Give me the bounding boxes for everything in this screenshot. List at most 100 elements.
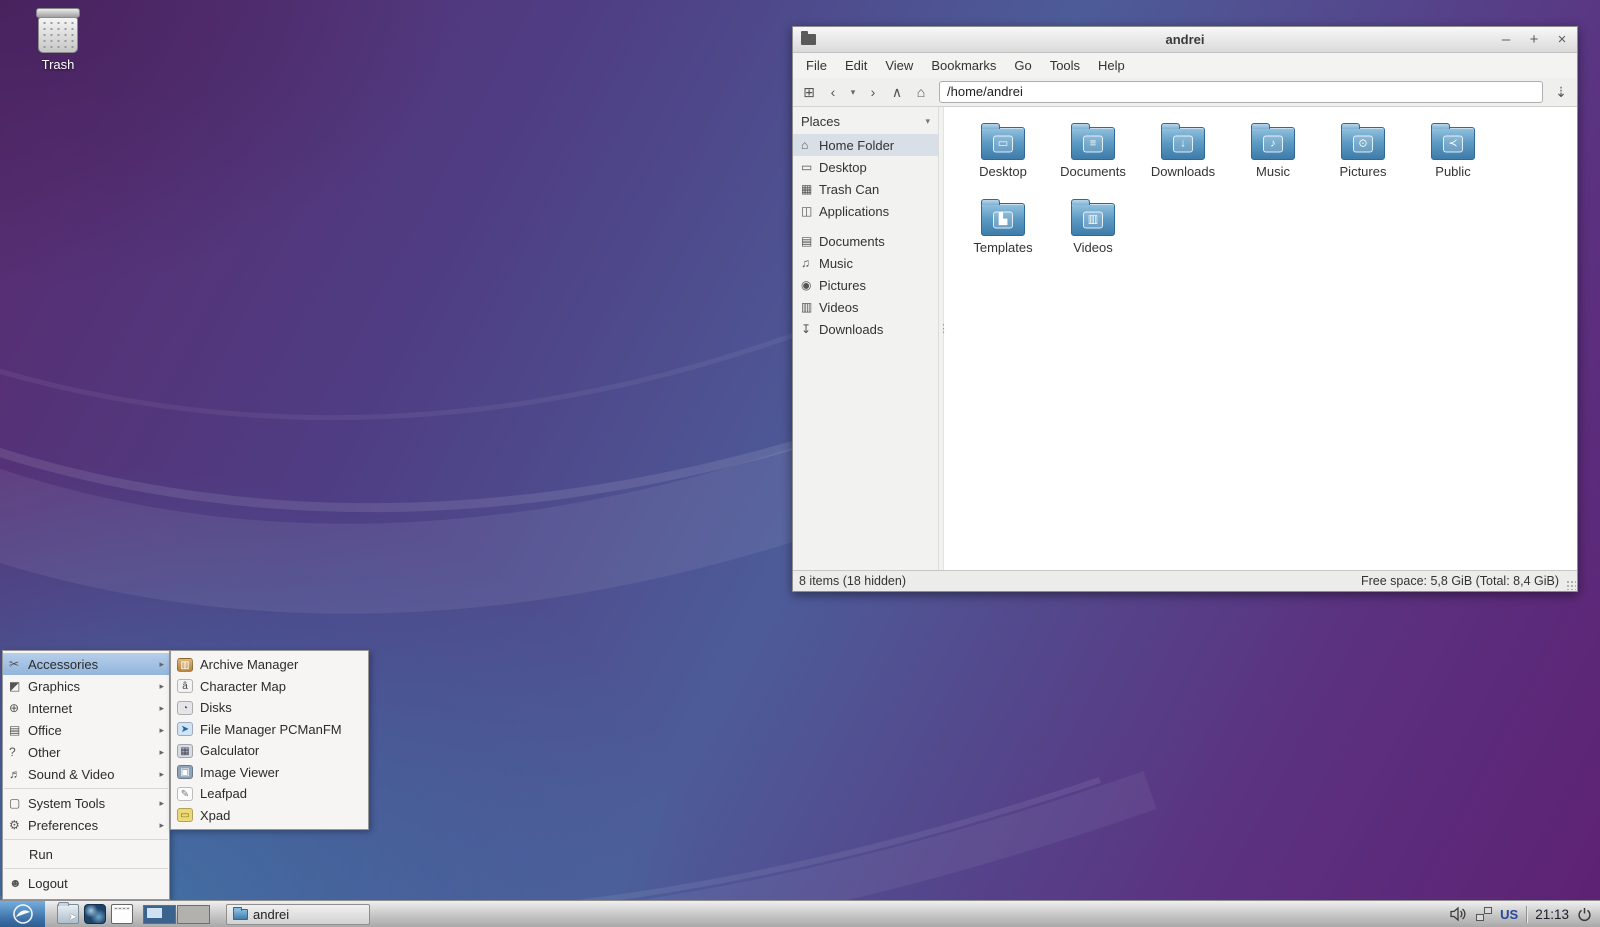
- submenu-item-file-manager[interactable]: ➤ File Manager PCManFM: [171, 719, 368, 741]
- back-icon[interactable]: ‹: [823, 82, 843, 102]
- sidebar-item-applications[interactable]: ◫ Applications: [793, 200, 938, 222]
- folder-music[interactable]: ♪ Music: [1228, 119, 1318, 195]
- keyboard-layout-indicator[interactable]: US: [1500, 907, 1518, 922]
- system-tray: US 21:13: [1450, 906, 1600, 923]
- downloads-emblem-icon: ↓: [1173, 135, 1193, 152]
- show-desktop-icon[interactable]: [111, 904, 133, 924]
- menu-bookmarks[interactable]: Bookmarks: [922, 55, 1005, 76]
- sidebar-item-home[interactable]: ⌂ Home Folder: [793, 134, 938, 156]
- menu-item-accessories[interactable]: ✂ Accessories ▸: [3, 653, 169, 675]
- folder-icon: ≡: [1071, 127, 1115, 160]
- menu-file[interactable]: File: [797, 55, 836, 76]
- sidebar-item-music[interactable]: ♫ Music: [793, 252, 938, 274]
- titlebar[interactable]: andrei – + ×: [793, 27, 1577, 53]
- network-icon[interactable]: [1476, 907, 1492, 921]
- new-tab-icon[interactable]: ⊞: [799, 82, 819, 102]
- menu-separator: [4, 788, 168, 789]
- submenu-item-archive-manager[interactable]: ▥ Archive Manager: [171, 654, 368, 676]
- tray-separator: [1526, 906, 1527, 923]
- workspace-2[interactable]: [177, 905, 210, 924]
- sidebar-item-trash[interactable]: ▦ Trash Can: [793, 178, 938, 200]
- power-icon[interactable]: [1577, 907, 1592, 922]
- up-icon[interactable]: ∧: [887, 82, 907, 102]
- home-icon: ⌂: [801, 138, 819, 152]
- submenu-item-galculator[interactable]: ▦ Galculator: [171, 740, 368, 762]
- path-input[interactable]: /home/andrei: [939, 81, 1543, 103]
- menu-item-logout[interactable]: ☻ Logout: [3, 872, 169, 894]
- folder-label: Downloads: [1138, 164, 1228, 179]
- submenu-item-image-viewer[interactable]: ▣ Image Viewer: [171, 762, 368, 784]
- pictures-emblem-icon: ⊙: [1353, 135, 1373, 152]
- trash-icon: ▦: [801, 182, 819, 196]
- status-free-space: Free space: 5,8 GiB (Total: 8,4 GiB): [1361, 574, 1571, 588]
- menu-item-preferences[interactable]: ⚙ Preferences ▸: [3, 814, 169, 836]
- jump-to-icon[interactable]: ⇣: [1551, 82, 1571, 102]
- desktop-emblem-icon: ▭: [993, 135, 1013, 152]
- folder-public[interactable]: ≺ Public: [1408, 119, 1498, 195]
- workspace-pager: [143, 905, 210, 924]
- folder-templates[interactable]: ▙ Templates: [958, 195, 1048, 271]
- sidebar-item-label: Documents: [819, 234, 885, 249]
- sidebar-item-desktop[interactable]: ▭ Desktop: [793, 156, 938, 178]
- sidebar-splitter[interactable]: [939, 107, 944, 570]
- workspace-1[interactable]: [143, 905, 176, 924]
- folder-icon: ▥: [1071, 203, 1115, 236]
- folder-label: Videos: [1048, 240, 1138, 255]
- menu-go[interactable]: Go: [1005, 55, 1040, 76]
- folder-documents[interactable]: ≡ Documents: [1048, 119, 1138, 195]
- menu-edit[interactable]: Edit: [836, 55, 876, 76]
- trash-can-icon: [38, 17, 78, 53]
- web-browser-launcher-icon[interactable]: [84, 904, 106, 924]
- menu-help[interactable]: Help: [1089, 55, 1134, 76]
- sidebar-item-pictures[interactable]: ◉ Pictures: [793, 274, 938, 296]
- home-icon[interactable]: ⌂: [911, 82, 931, 102]
- maximize-button[interactable]: +: [1527, 32, 1541, 47]
- submenu-item-character-map[interactable]: â Character Map: [171, 676, 368, 698]
- sidebar-item-label: Videos: [819, 300, 859, 315]
- folder-desktop[interactable]: ▭ Desktop: [958, 119, 1048, 195]
- start-menu-button[interactable]: [0, 901, 45, 927]
- sidebar-item-documents[interactable]: ▤ Documents: [793, 230, 938, 252]
- menu-tools[interactable]: Tools: [1041, 55, 1089, 76]
- folder-label: Public: [1408, 164, 1498, 179]
- folder-videos[interactable]: ▥ Videos: [1048, 195, 1138, 271]
- menu-item-system-tools[interactable]: ▢ System Tools ▸: [3, 792, 169, 814]
- places-header[interactable]: Places ▾: [793, 111, 938, 134]
- resize-grip[interactable]: [1566, 580, 1576, 590]
- submenu-arrow-icon: ▸: [159, 725, 164, 736]
- folder-downloads[interactable]: ↓ Downloads: [1138, 119, 1228, 195]
- back-history-caret-icon[interactable]: ▾: [847, 82, 859, 102]
- submenu-item-label: Xpad: [200, 808, 230, 823]
- menu-separator: [4, 839, 168, 840]
- statusbar: 8 items (18 hidden) Free space: 5,8 GiB …: [793, 570, 1577, 591]
- sidebar-item-downloads[interactable]: ↧ Downloads: [793, 318, 938, 340]
- volume-icon[interactable]: [1450, 906, 1468, 922]
- sidebar-item-videos[interactable]: ▥ Videos: [793, 296, 938, 318]
- file-manager-launcher-icon[interactable]: [57, 904, 79, 924]
- clock[interactable]: 21:13: [1535, 907, 1569, 922]
- submenu-item-leafpad[interactable]: ✎ Leafpad: [171, 783, 368, 805]
- menu-item-run[interactable]: Run: [3, 843, 169, 865]
- sound-video-icon: ♬: [9, 767, 28, 781]
- menu-view[interactable]: View: [876, 55, 922, 76]
- submenu-arrow-icon: ▸: [159, 681, 164, 692]
- videos-emblem-icon: ▥: [1083, 211, 1103, 228]
- folder-pictures[interactable]: ⊙ Pictures: [1318, 119, 1408, 195]
- internet-icon: ⊕: [9, 701, 28, 715]
- menu-item-sound-video[interactable]: ♬ Sound & Video ▸: [3, 763, 169, 785]
- menu-item-other[interactable]: ? Other ▸: [3, 741, 169, 763]
- trash-desktop-icon[interactable]: Trash: [30, 8, 86, 72]
- minimize-button[interactable]: –: [1499, 32, 1513, 47]
- taskbar-task-andrei[interactable]: andrei: [226, 904, 370, 925]
- menu-item-office[interactable]: ▤ Office ▸: [3, 719, 169, 741]
- sidebar-item-label: Home Folder: [819, 138, 894, 153]
- close-button[interactable]: ×: [1555, 32, 1569, 47]
- trash-label: Trash: [30, 57, 86, 72]
- submenu-item-disks[interactable]: ◔ Disks: [171, 697, 368, 719]
- menu-item-graphics[interactable]: ◩ Graphics ▸: [3, 675, 169, 697]
- quick-launch: [57, 904, 133, 924]
- templates-emblem-icon: ▙: [993, 211, 1013, 228]
- submenu-item-xpad[interactable]: ▭ Xpad: [171, 805, 368, 827]
- menu-item-internet[interactable]: ⊕ Internet ▸: [3, 697, 169, 719]
- forward-icon[interactable]: ›: [863, 82, 883, 102]
